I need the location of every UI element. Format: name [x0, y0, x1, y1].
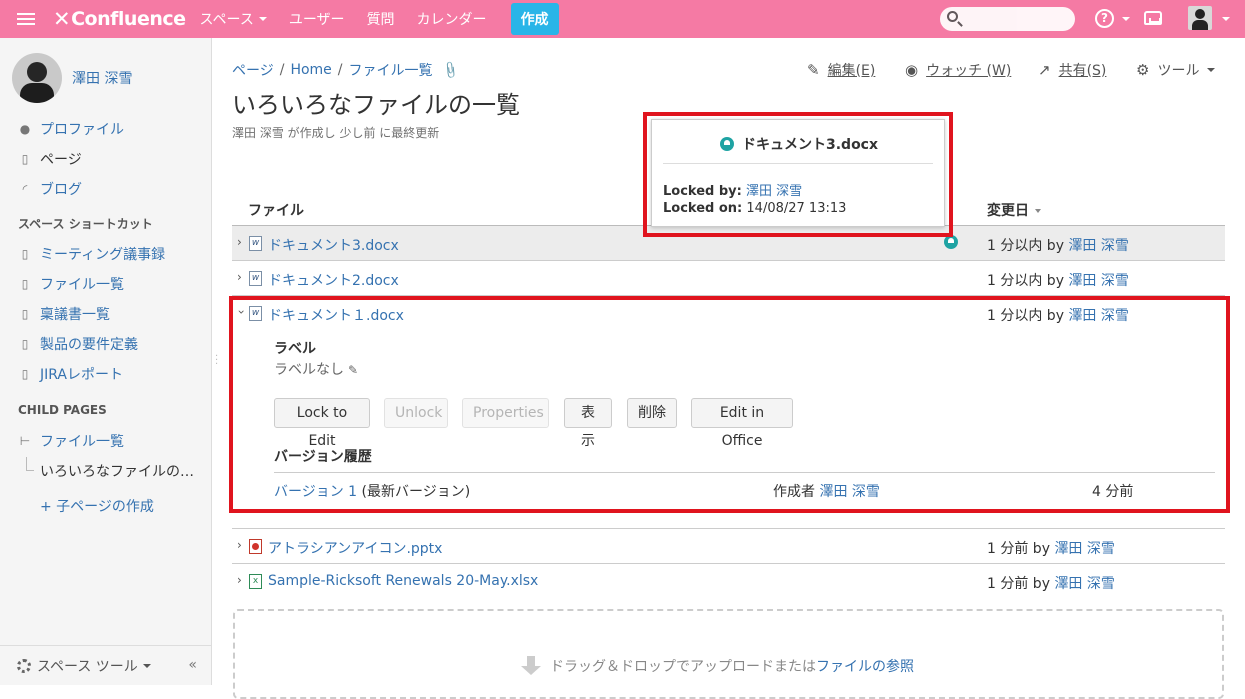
breadcrumb-home[interactable]: Home — [290, 62, 331, 78]
page-icon: ▯ — [21, 307, 29, 321]
notifications-icon[interactable] — [1144, 11, 1162, 25]
sidebar-item-approvals[interactable]: ▯ 稟議書一覧 — [18, 304, 110, 324]
sidebar-item-meeting-notes[interactable]: ▯ ミーティング議事録 — [18, 244, 165, 264]
word-file-icon: w — [249, 236, 262, 251]
breadcrumb-file-list[interactable]: ファイル一覧 — [349, 60, 433, 80]
gear-icon: ⚙ — [1136, 61, 1150, 79]
rss-icon: ◜ — [22, 182, 28, 196]
breadcrumb-pages[interactable]: ページ — [232, 60, 274, 80]
person-icon: ● — [19, 122, 31, 136]
column-header-file[interactable]: ファイル — [248, 200, 304, 220]
search-input[interactable] — [940, 7, 1075, 31]
avatar[interactable] — [12, 53, 62, 103]
file-name-link[interactable]: ドキュメント2.docx — [268, 270, 399, 290]
table-row[interactable]: › アトラシアンアイコン.pptx 1 分前 by 澤田 深雪 — [232, 529, 1225, 563]
tree-icon: ⊢ — [19, 434, 31, 448]
menu-icon[interactable] — [17, 10, 35, 28]
user-link[interactable]: 澤田 深雪 — [1054, 541, 1114, 557]
sidebar-item-blog[interactable]: ◜ ブログ — [18, 179, 82, 199]
nav-calendar[interactable]: カレンダー — [417, 9, 487, 29]
sidebar-item-profile[interactable]: ● プロファイル — [18, 119, 124, 139]
chevron-down-icon — [1222, 17, 1230, 21]
help-icon[interactable]: ? — [1095, 9, 1114, 28]
sidebar-profile[interactable]: 澤田 深雪 — [12, 53, 132, 103]
highlight-box-popup — [643, 112, 953, 237]
sort-icon — [1035, 209, 1041, 213]
file-name-link[interactable]: アトラシアンアイコン.pptx — [268, 538, 442, 558]
file-name-link[interactable]: ドキュメント3.docx — [268, 235, 399, 255]
browse-files-link[interactable]: ファイルの参照 — [816, 656, 914, 676]
nav-users[interactable]: ユーザー — [289, 9, 345, 29]
powerpoint-file-icon — [249, 539, 262, 554]
sidebar-item-requirements[interactable]: ▯ 製品の要件定義 — [18, 334, 138, 354]
sidebar-item-file-list[interactable]: ▯ ファイル一覧 — [18, 274, 124, 294]
user-link[interactable]: 澤田 深雪 — [1054, 576, 1114, 592]
nav-spaces[interactable]: スペース — [200, 9, 267, 29]
watch-button[interactable]: ◉ ウォッチ (W) — [905, 60, 1011, 80]
user-link[interactable]: 澤田 深雪 — [1068, 273, 1128, 289]
highlight-box-expanded-row — [229, 296, 1230, 513]
excel-file-icon: x — [249, 574, 262, 589]
confluence-x-icon: ✕ — [53, 7, 71, 31]
add-child-page-link[interactable]: + 子ページの作成 — [40, 496, 154, 516]
table-row[interactable]: › x Sample-Ricksoft Renewals 20-May.xlsx… — [232, 564, 1225, 598]
child-pages-heading: CHILD PAGES — [18, 403, 107, 417]
confluence-logo[interactable]: ✕ Confluence — [53, 7, 186, 31]
download-arrow-icon — [521, 656, 541, 676]
space-tools-bar: スペース ツール « — [0, 645, 211, 685]
chevron-down-icon — [142, 663, 151, 668]
share-button[interactable]: ↗ 共有(S) — [1038, 60, 1106, 80]
upload-dropzone[interactable] — [233, 609, 1224, 699]
lock-icon[interactable] — [944, 235, 958, 249]
shortcuts-heading: スペース ショートカット — [18, 217, 153, 231]
chevron-down-icon — [1207, 68, 1216, 72]
share-icon: ↗ — [1038, 61, 1051, 79]
chevron-right-icon[interactable]: › — [237, 270, 242, 284]
column-header-modified[interactable]: 変更日 — [987, 200, 1041, 220]
profile-name[interactable]: 澤田 深雪 — [72, 68, 132, 88]
sidebar-item-pages[interactable]: ▯ ページ — [18, 149, 82, 169]
tree-connector — [26, 457, 34, 471]
eye-icon: ◉ — [905, 61, 919, 79]
file-name-link[interactable]: Sample-Ricksoft Renewals 20-May.xlsx — [268, 573, 538, 589]
create-button[interactable]: 作成 — [510, 3, 559, 35]
dropzone-text: ドラッグ＆ドロップでアップロードまたは ファイルの参照 — [521, 656, 914, 676]
chevron-right-icon[interactable]: › — [237, 573, 242, 587]
attachment-icon[interactable]: 📎 — [440, 60, 460, 80]
page-icon: ▯ — [21, 337, 29, 351]
sidebar-resize-handle[interactable]: · · · — [215, 352, 218, 370]
search-icon — [947, 11, 958, 22]
chevron-right-icon[interactable]: › — [237, 235, 242, 249]
user-avatar[interactable] — [1188, 6, 1212, 30]
nav-questions[interactable]: 質問 — [367, 9, 395, 29]
pencil-icon: ✎ — [807, 61, 820, 79]
breadcrumb: ページ / Home / ファイル一覧 📎 — [232, 59, 461, 81]
user-link[interactable]: 澤田 深雪 — [1068, 238, 1128, 254]
edit-button[interactable]: ✎ 編集(E) — [807, 60, 875, 80]
modified-info: 1 分前 by 澤田 深雪 — [987, 541, 1115, 557]
child-page-current[interactable]: いろいろなファイルの… — [40, 461, 194, 481]
child-page-parent[interactable]: ⊢ ファイル一覧 — [18, 431, 124, 451]
page-title: いろいろなファイルの一覧 — [232, 91, 520, 119]
word-file-icon: w — [249, 271, 262, 286]
chevron-down-icon — [258, 17, 267, 21]
tools-button[interactable]: ⚙ ツール — [1136, 60, 1216, 80]
page-icon: ▯ — [21, 247, 29, 261]
modified-info: 1 分以内 by 澤田 深雪 — [987, 273, 1129, 289]
page-icon: ▯ — [21, 277, 29, 291]
page-icon: ▯ — [21, 367, 29, 381]
modified-info: 1 分前 by 澤田 深雪 — [987, 576, 1115, 592]
page-icon: ▯ — [21, 152, 29, 166]
gear-icon — [17, 658, 31, 673]
collapse-sidebar-icon[interactable]: « — [188, 657, 197, 673]
chevron-down-icon — [1122, 17, 1130, 21]
sidebar: 澤田 深雪 ● プロファイル ▯ ページ ◜ ブログ スペース ショートカット ▯ ミー… — [0, 38, 212, 685]
table-row[interactable]: › w ドキュメント2.docx 1 分以内 by 澤田 深雪 — [232, 261, 1225, 295]
modified-info: 1 分以内 by 澤田 深雪 — [987, 238, 1129, 254]
chevron-right-icon[interactable]: › — [237, 538, 242, 552]
sidebar-item-jira-report[interactable]: ▯ JIRAレポート — [18, 364, 123, 384]
space-tools-button[interactable]: スペース ツール — [37, 656, 138, 676]
page-byline: 澤田 深雪 が作成し 少し前 に最終更新 — [232, 126, 440, 140]
